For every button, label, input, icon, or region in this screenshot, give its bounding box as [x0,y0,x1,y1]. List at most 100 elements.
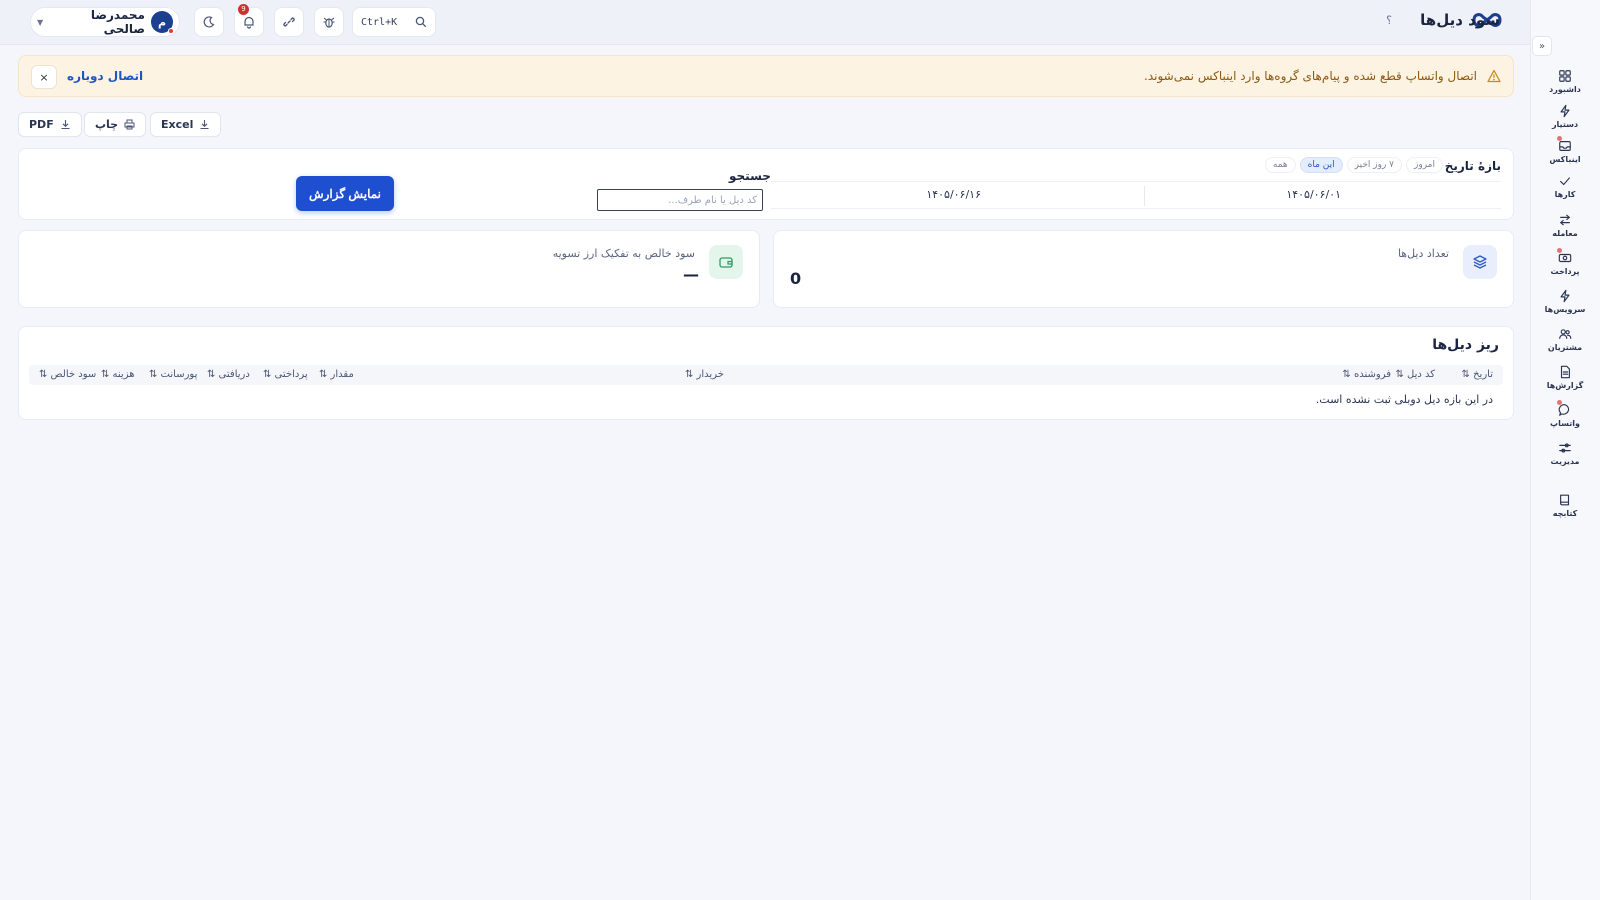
reconnect-link[interactable]: اتصال دوباره [67,69,143,83]
check-icon [1560,176,1570,185]
side-navigation: » داشبورد دستیار اینباکس کارها معامله پرداخت س… [1530,0,1600,900]
sidebar-item-6[interactable]: پرداخت [1542,246,1588,280]
sidebar-item-8[interactable]: مشتریان [1542,322,1588,356]
sidebar-item-label: اینباکس [1549,154,1581,164]
unread-dot [1557,136,1562,141]
deal-count-title: تعداد دیل‌ها [1397,247,1449,260]
search-input[interactable] [597,189,763,211]
theme-toggle[interactable] [194,7,224,37]
column-header[interactable]: تاریخ ⇅ [1462,369,1493,380]
sidebar-item-label: داشبورد [1549,84,1581,94]
date-range-inputs: ۱۴۰۵/۰۶/۰۱ ۱۴۰۵/۰۶/۱۶ [771,181,1501,209]
user-menu[interactable]: ▼ محمدرضا صالحی م [30,7,180,37]
deals-table-card: ریز دیل‌ها تاریخ ⇅ کد دیل ⇅ فروشنده ⇅ خریدا… [18,326,1514,420]
print-button[interactable]: چاپ [84,112,147,137]
notification-badge: 9 [238,4,249,15]
book-icon [1560,494,1570,505]
sidebar-item-label: معامله [1552,228,1578,238]
sidebar-item-label: کارها [1554,189,1576,199]
report-icon [1560,365,1570,378]
sidebar-item-9[interactable]: گزارش‌ها [1542,360,1588,394]
export-excel-button[interactable]: Excel [150,112,222,137]
date-from-field[interactable]: ۱۴۰۵/۰۶/۰۱ [1286,188,1341,201]
show-report-button[interactable]: نمایش گزارش [296,176,394,211]
column-header[interactable]: خریدار ⇅ [685,369,724,380]
column-header[interactable]: کد دیل ⇅ [1395,369,1435,380]
column-header[interactable]: پورسانت ⇅ [149,369,197,380]
search-label: جستجو [729,169,771,183]
alert-message: اتصال واتساپ قطع شده و پیام‌های گروه‌ها … [1144,69,1477,83]
wallet-icon [719,257,733,268]
sidebar-item-label: واتساپ [1550,418,1580,428]
date-chip[interactable]: این ماه [1299,157,1343,173]
filter-card: بازهٔ تاریخ امروز ۷ روز اخیر این ماه همه ۱۴… [18,148,1514,220]
chevron-down-icon: ▼ [37,17,44,27]
sliders-icon [1559,442,1571,453]
top-bar: سود دیل‌ها ؟ Ctrl+K 9 ▼ [0,0,1530,45]
date-to-field[interactable]: ۱۴۰۵/۰۶/۱۶ [926,188,981,201]
sidebar-item-10[interactable]: واتساپ [1542,398,1588,432]
bell-icon [244,16,254,29]
unread-dot [1557,248,1562,253]
close-alert-button[interactable]: × [31,65,57,89]
grid-icon [1559,69,1571,82]
sidebar-item-4[interactable]: کارها [1542,169,1588,203]
swap-icon [1560,214,1570,225]
sidebar-item-1[interactable]: داشبورد [1542,64,1588,98]
net-profit-card: سود خالص به تفکیک ارز تسویه — [18,230,760,308]
download-icon [200,120,209,130]
notifications-button[interactable]: 9 [234,4,264,37]
date-range-label: بازهٔ تاریخ [1444,159,1501,173]
link-button[interactable] [274,7,304,37]
net-profit-title: سود خالص به تفکیک ارز تسویه [552,247,695,260]
unread-dot [1557,400,1562,405]
sidebar-item-label: دستیار [1551,119,1579,129]
export-pdf-button[interactable]: PDF [18,112,82,137]
pdf-label: PDF [29,118,54,131]
column-header[interactable]: پرداختی ⇅ [263,369,308,380]
download-icon [61,120,70,130]
deal-count-card: تعداد دیل‌ها 0 [773,230,1514,308]
sidebar-item-label: کتابچه [1552,508,1578,518]
layers-icon [1473,255,1487,269]
stat-icon-box [1463,245,1497,279]
column-header[interactable]: سود خالص ⇅ [39,369,96,380]
help-icon[interactable]: ؟ [1386,14,1392,27]
date-chip[interactable]: امروز [1406,157,1443,173]
sidebar-item-12[interactable]: کتابچه [1542,488,1588,522]
bolt-icon [1560,104,1570,117]
bug-icon [323,17,335,28]
sidebar-item-11[interactable]: مدیریت [1542,436,1588,470]
column-header[interactable]: هزینه ⇅ [101,369,135,380]
deal-count-value: 0 [790,269,802,288]
table-header: تاریخ ⇅ کد دیل ⇅ فروشنده ⇅ خریدار ⇅ مقدار ⇅ پ… [29,365,1503,385]
sidebar-item-label: گزارش‌ها [1546,380,1584,390]
column-header[interactable]: فروشنده ⇅ [1342,369,1391,380]
sidebar-item-2[interactable]: دستیار [1542,99,1588,133]
date-chip[interactable]: ۷ روز اخیر [1346,157,1403,173]
avatar-initial: م [157,15,167,29]
command-search-button[interactable]: Ctrl+K [352,7,436,37]
sidebar-item-label: سرویس‌ها [1544,304,1586,314]
net-profit-value: — [683,265,699,284]
sidebar-item-3[interactable]: اینباکس [1542,134,1588,168]
link-icon [283,17,295,27]
sidebar-item-label: مشتریان [1547,342,1583,352]
status-dot [168,28,174,34]
sidebar-item-7[interactable]: سرویس‌ها [1542,284,1588,318]
sidebar-item-label: پرداخت [1550,266,1580,276]
column-header[interactable]: دریافتی ⇅ [207,369,250,380]
debug-button[interactable] [314,7,344,37]
collapse-sidebar-button[interactable]: » [1532,36,1552,56]
column-header[interactable]: مقدار ⇅ [319,369,354,380]
date-range-chips: امروز ۷ روز اخیر این ماه همه [1264,157,1443,173]
sidebar-item-5[interactable]: معامله [1542,208,1588,242]
moon-icon [203,16,215,28]
page-title: سود دیل‌ها [1420,11,1500,29]
bolt-icon [1560,289,1570,302]
date-chip[interactable]: همه [1264,157,1296,173]
avatar: م [151,11,174,34]
search-shortcut: Ctrl+K [361,16,398,28]
sidebar-item-label: مدیریت [1550,456,1580,466]
user-name: محمدرضا صالحی [90,8,145,36]
